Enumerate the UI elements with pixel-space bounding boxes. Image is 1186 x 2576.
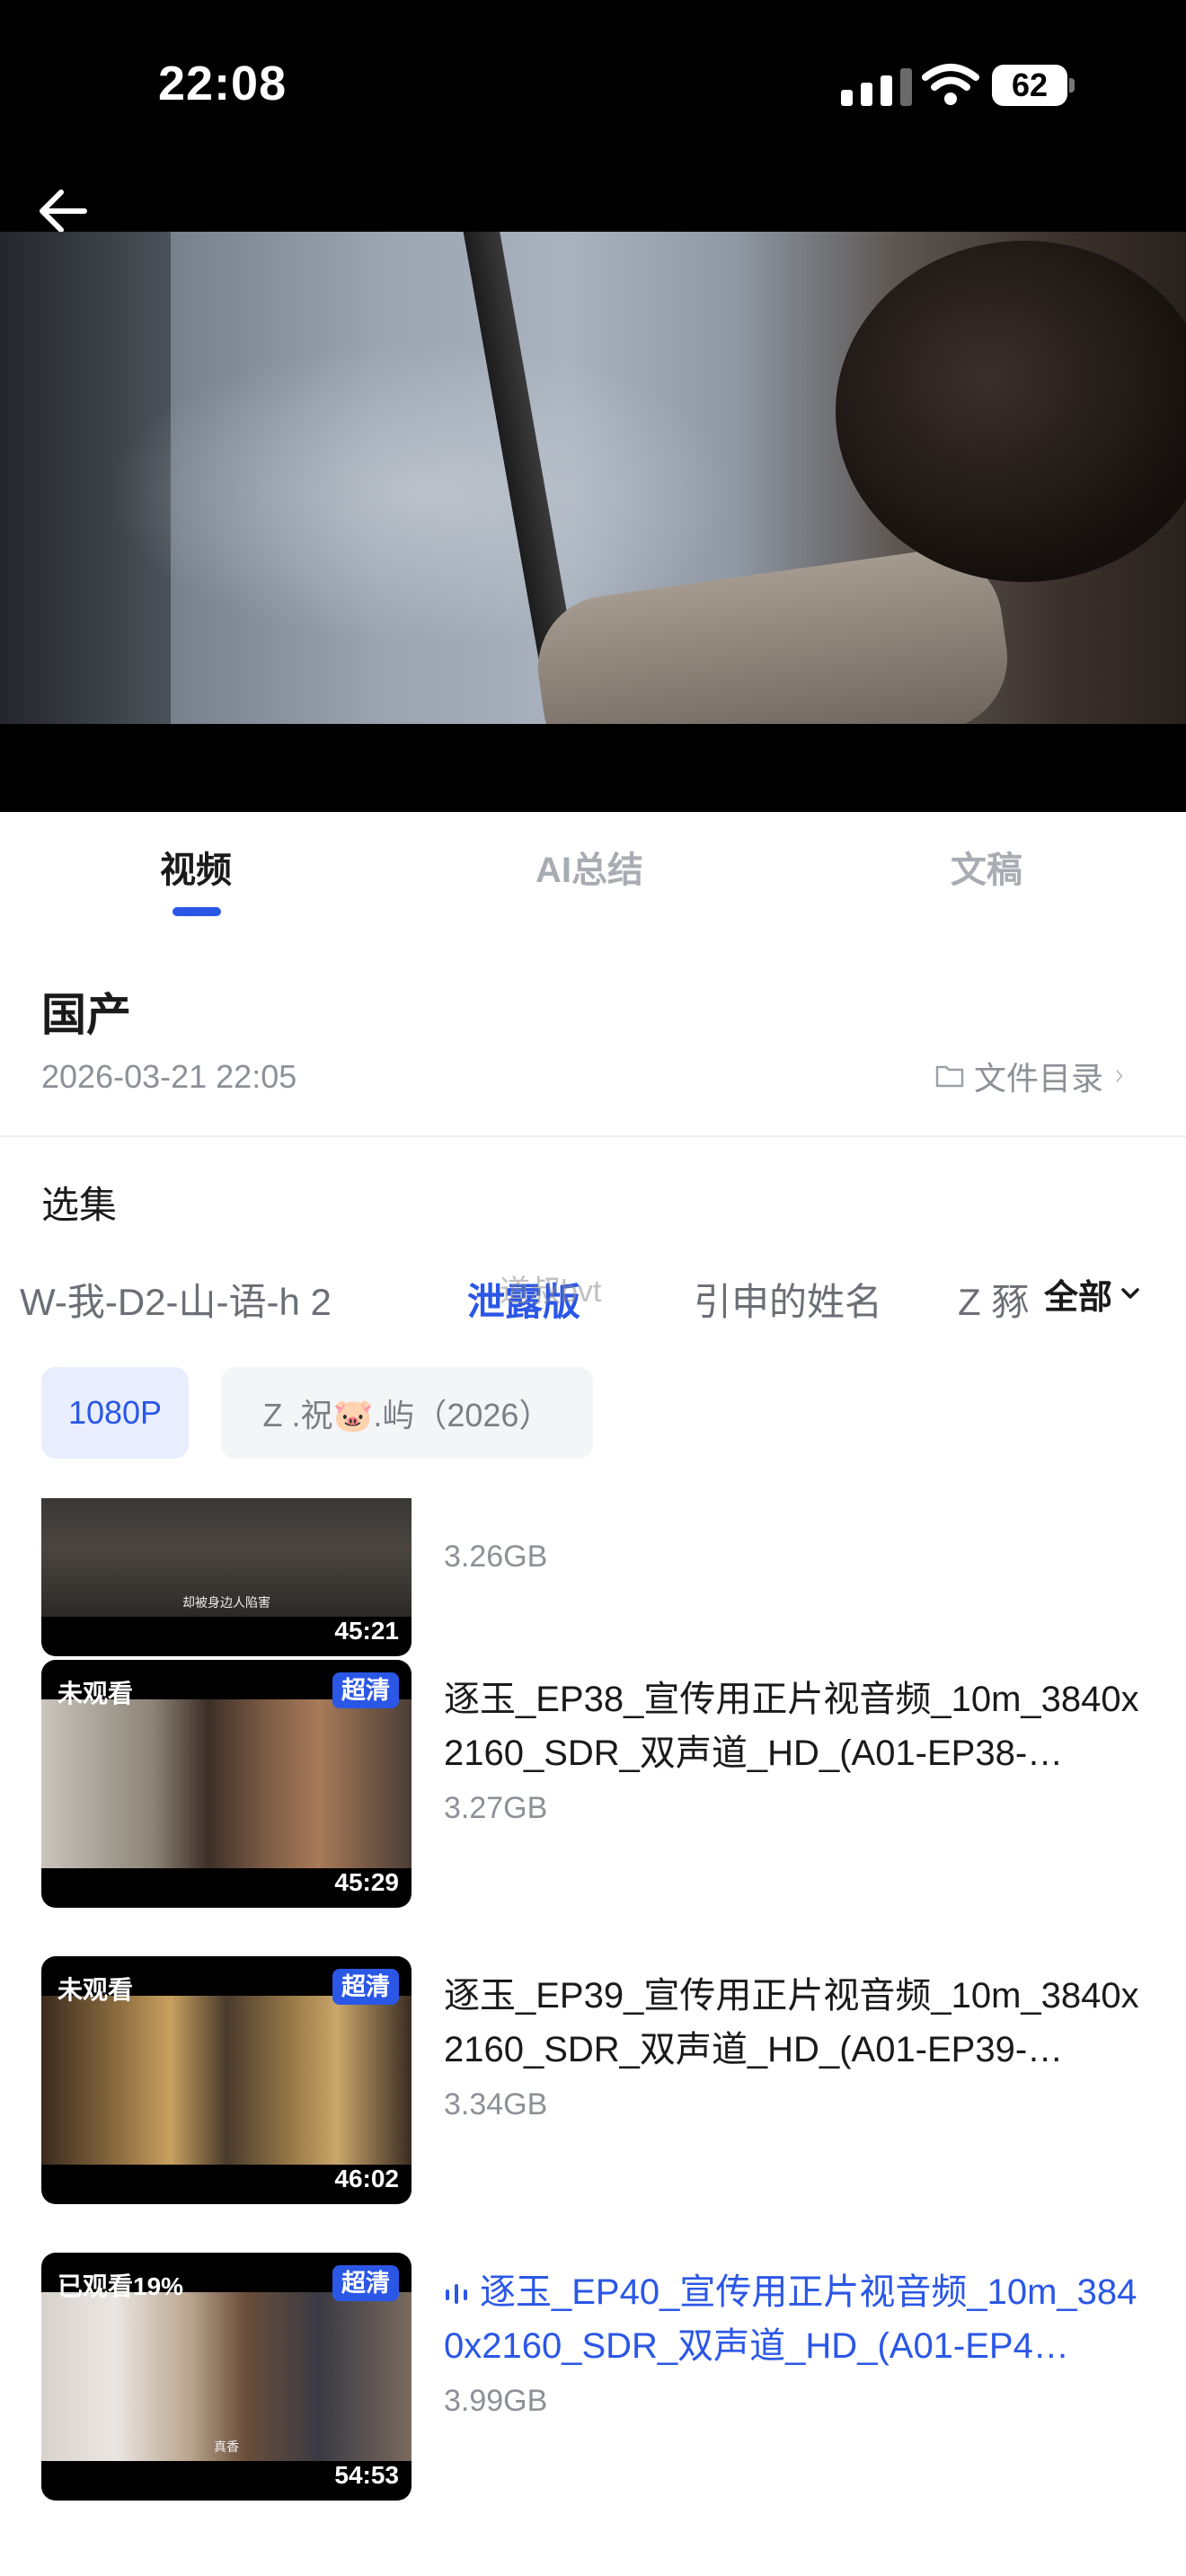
all-episodes-label: 全部 [1043,1278,1112,1317]
video-player[interactable]: 22:08 62 [0,0,1186,812]
episode-thumbnail: 却被身边人陷害 45:21 [41,1498,412,1656]
source-chip[interactable]: Z .祝🐷.屿（2026） [221,1367,593,1459]
episode-size: 3.26GB [444,1539,548,1574]
episode-title: 逐玉_EP39_宣传用正片视音频_10m_3840x2160_SDR_双声道_H… [444,1976,1139,2069]
all-episodes-button[interactable]: 全部 [1031,1257,1186,1329]
list-item[interactable]: 未观看 超清 45:29 逐玉_EP38_宣传用正片视音频_10m_3840x2… [0,1660,1186,1911]
cellular-signal-icon [841,68,912,106]
quality-badge: 超清 [332,1672,399,1708]
episode-title-playing: 逐玉_EP40_宣传用正片视音频_10m_3840x2160_SDR_双声道_H… [444,2265,1150,2373]
battery-level: 62 [1011,66,1049,103]
file-directory-label: 文件目录 [974,1060,1104,1097]
battery-icon: 62 [992,65,1075,106]
watch-status-badge: 未观看 [58,1680,134,1707]
episode-title-text: 逐玉_EP40_宣传用正片视音频_10m_3840x2160_SDR_双声道_H… [444,2272,1137,2366]
episode-size: 3.99GB [444,2384,548,2418]
episode-thumbnail: 真香 已观看19% 超清 54:53 [41,2253,412,2501]
quality-badge: 超清 [332,2265,399,2301]
episode-duration: 46:02 [334,2165,399,2192]
tab-ai-summary[interactable]: AI总结 [535,841,643,893]
list-item[interactable]: 却被身边人陷害 45:21 3.26GB [0,1498,1186,1660]
quality-badge: 超清 [332,1969,399,2005]
watch-status-badge: 未观看 [58,1976,134,2004]
chevron-right-icon [1116,1070,1123,1082]
episode-selection-label: 选集 [41,1184,118,1226]
episode-thumbnail: 未观看 超清 45:29 [41,1660,412,1908]
episode-size: 3.27GB [444,1791,548,1825]
episode-list: 却被身边人陷害 45:21 3.26GB 未观看 超清 45:29 逐玉_EP3… [0,1498,1186,2576]
video-frame[interactable] [0,232,1186,724]
chevron-down-icon [1121,1288,1139,1299]
list-item-playing[interactable]: 真香 已观看19% 超清 54:53 逐玉_EP40_宣传用正片视音频_10m_… [0,2253,1186,2504]
page-title: 国产 [41,990,131,1040]
episode-duration: 54:53 [334,2461,399,2489]
watermark: 道叔bvt [500,1275,602,1309]
episode-group-tab[interactable]: 引申的姓名 [694,1272,882,1327]
status-time: 22:08 [158,57,288,110]
file-directory-link[interactable]: 文件目录 [934,1054,1132,1098]
episode-duration: 45:29 [334,1868,399,1896]
wifi-icon [922,64,979,105]
tab-video[interactable]: 视频 [160,841,232,893]
resolution-chip[interactable]: 1080P [41,1367,189,1459]
episode-thumbnail: 未观看 超清 46:02 [41,1956,412,2204]
thumbnail-subtitle: 却被身边人陷害 [182,1595,270,1610]
tab-transcript[interactable]: 文稿 [951,841,1022,893]
tab-active-indicator [173,907,221,916]
thumbnail-subtitle: 真香 [214,2439,239,2454]
content-tabs: 视频 AI总结 文稿 [0,812,1186,920]
episode-size: 3.34GB [444,2087,548,2122]
upload-date: 2026-03-21 22:05 [41,1058,297,1095]
episode-group-tab[interactable]: W-我-D2-山-语-h 2 [20,1272,332,1327]
episode-group-tab[interactable]: Z 豩 [958,1272,1029,1327]
list-item[interactable]: 未观看 超清 46:02 逐玉_EP39_宣传用正片视音频_10m_3840x2… [0,1956,1186,2208]
folder-icon [935,1065,964,1088]
now-playing-icon [446,2284,467,2305]
watch-status-badge: 已观看19% [58,2272,184,2300]
episode-duration: 45:21 [334,1617,399,1645]
divider [0,1135,1186,1137]
episode-title: 逐玉_EP38_宣传用正片视音频_10m_3840x2160_SDR_双声道_H… [444,1680,1139,1773]
